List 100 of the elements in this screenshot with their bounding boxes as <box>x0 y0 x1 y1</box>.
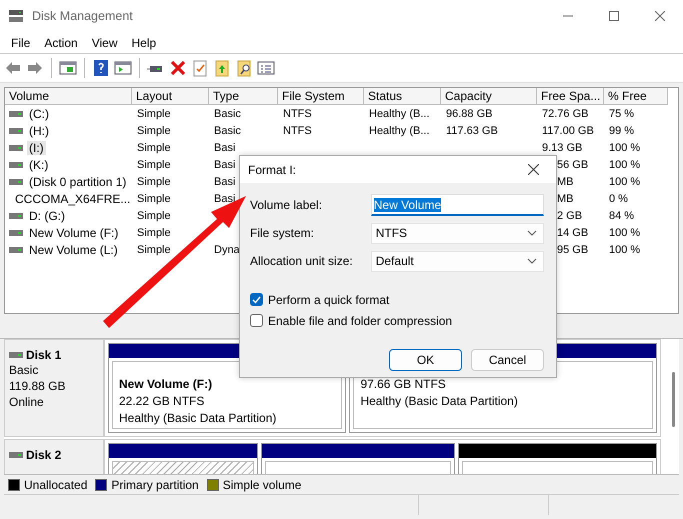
drive-label[interactable]: New Volume (L:) <box>27 242 120 256</box>
table-cell-text: 9.13 GB <box>541 142 582 154</box>
table-cell-text: 100 % <box>608 158 640 170</box>
table-cell-text: Simple <box>136 124 171 136</box>
drive-icon <box>9 160 23 168</box>
column-header[interactable]: Type <box>209 88 278 105</box>
partition-size: 22.22 GB NTFS <box>119 393 206 410</box>
scrollbar-thumb[interactable] <box>672 372 675 427</box>
table-cell-text: Simple <box>136 176 171 188</box>
app-icon <box>8 9 24 23</box>
input-field[interactable]: New Volume <box>370 194 544 216</box>
column-header[interactable]: Layout <box>132 88 209 105</box>
checkbox-label[interactable]: Enable file and folder compression <box>268 314 452 328</box>
chevron-icon <box>527 258 537 264</box>
table-cell-text: MB <box>556 176 574 188</box>
table-cell-text: Healthy (B... <box>368 108 430 120</box>
table-cell-text: MB <box>556 192 574 204</box>
legend-label: Unallocated <box>24 478 88 492</box>
close-icon[interactable] <box>655 11 665 21</box>
table-cell-text: 75 % <box>608 108 634 120</box>
table-cell-text: Simple <box>136 244 171 256</box>
ok-button[interactable]: OK <box>389 349 462 371</box>
menu-item[interactable]: View <box>84 36 124 50</box>
table-cell-text: Simple <box>136 108 171 120</box>
maximize-icon[interactable] <box>609 11 619 21</box>
table-cell-text: NTFS <box>282 108 312 120</box>
partition-name: New Volume (F:) <box>119 376 214 393</box>
delete-icon[interactable] <box>169 59 187 77</box>
drive-label[interactable]: D: (G:) <box>27 208 67 222</box>
chevron-icon <box>527 230 537 236</box>
drive-label[interactable]: CCCOMA_X64FRE... <box>13 192 132 206</box>
checkbox-label[interactable]: Perform a quick format <box>268 292 390 306</box>
table-cell-text: 14 GB <box>556 226 588 238</box>
table-cell-text: 95 GB <box>556 244 588 256</box>
help-icon[interactable] <box>92 59 110 77</box>
drive-label[interactable]: New Volume (F:) <box>27 226 120 240</box>
properties-icon[interactable] <box>257 59 275 77</box>
disk-type: Basic <box>9 362 40 378</box>
field-label: Volume label: <box>250 198 324 212</box>
table-cell-text: 72.76 GB <box>541 108 588 120</box>
dropdown[interactable]: NTFS <box>370 222 544 244</box>
drive-label[interactable]: (K:) <box>27 158 50 172</box>
drive-icon <box>9 246 23 254</box>
table-cell-text: 96.88 GB <box>445 108 492 120</box>
menu-item[interactable]: Action <box>37 36 85 50</box>
disk-name: Disk 1 <box>26 348 62 362</box>
drive-label[interactable]: (H:) <box>27 124 51 138</box>
drive-icon <box>9 451 23 459</box>
partition-status: Healthy (Basic Data Partition) <box>119 410 278 427</box>
field-value: New Volume <box>374 198 442 212</box>
drive-icon <box>9 178 23 186</box>
checklist-icon[interactable] <box>191 59 209 77</box>
column-header[interactable]: Free Spa... <box>537 88 604 105</box>
disk-size: 119.88 GB <box>9 378 66 394</box>
table-cell-text: NTFS <box>282 124 312 136</box>
close-icon[interactable] <box>528 164 538 175</box>
table-cell-text: Basic <box>213 108 241 120</box>
checkbox[interactable] <box>250 314 263 327</box>
drive-icon <box>9 351 23 359</box>
drive-label[interactable]: (C:) <box>27 106 51 120</box>
table-cell-text: Dyna <box>213 244 240 256</box>
action-pane-icon[interactable] <box>114 59 132 77</box>
folder-search-icon[interactable] <box>235 59 253 77</box>
table-cell-text: Simple <box>136 192 171 204</box>
table-cell-text: Basi <box>213 142 236 154</box>
drive-label[interactable]: (Disk 0 partition 1) <box>27 174 128 188</box>
table-cell-text: 0 % <box>608 192 628 204</box>
table-cell-text: 84 % <box>608 210 634 222</box>
menu-item[interactable]: File <box>4 36 38 50</box>
field-label: Allocation unit size: <box>250 254 354 268</box>
table-cell-text: Basi <box>213 176 236 188</box>
checkbox[interactable] <box>250 293 263 306</box>
dialog-title: Format I: <box>248 162 298 176</box>
column-header[interactable]: Volume <box>5 88 132 105</box>
menu-item[interactable]: Help <box>124 36 164 50</box>
column-header[interactable]: Status <box>364 88 441 105</box>
table-cell-text: 100 % <box>608 244 640 256</box>
table-cell-text: 100 % <box>608 176 640 188</box>
table-cell-text: Simple <box>136 226 171 238</box>
table-cell-text: 99 % <box>608 124 634 136</box>
table-cell-text: Basi <box>213 192 236 204</box>
cancel-button[interactable]: Cancel <box>471 349 544 371</box>
column-header[interactable]: File System <box>278 88 364 105</box>
column-header[interactable]: % Free <box>604 88 668 105</box>
table-cell-text: 100 % <box>608 142 640 154</box>
disk-name: Disk 2 <box>26 448 62 462</box>
drive-icon <box>9 110 23 118</box>
forward-icon[interactable] <box>26 59 44 77</box>
dropdown[interactable]: Default <box>370 250 544 272</box>
drive-icon <box>9 126 23 134</box>
field-label: File system: <box>250 226 316 240</box>
console-tree-icon[interactable] <box>59 59 77 77</box>
table-cell-text: Simple <box>136 158 171 170</box>
table-cell-text: Healthy (B... <box>368 124 430 136</box>
drive-icon <box>9 144 23 152</box>
table-cell-text: 117.63 GB <box>445 124 498 136</box>
partition-status: Healthy (Basic Data Partition) <box>360 393 519 410</box>
legend-label: Primary partition <box>111 478 199 492</box>
drive-label[interactable]: (I:) <box>27 140 46 154</box>
column-header[interactable]: Capacity <box>441 88 537 105</box>
